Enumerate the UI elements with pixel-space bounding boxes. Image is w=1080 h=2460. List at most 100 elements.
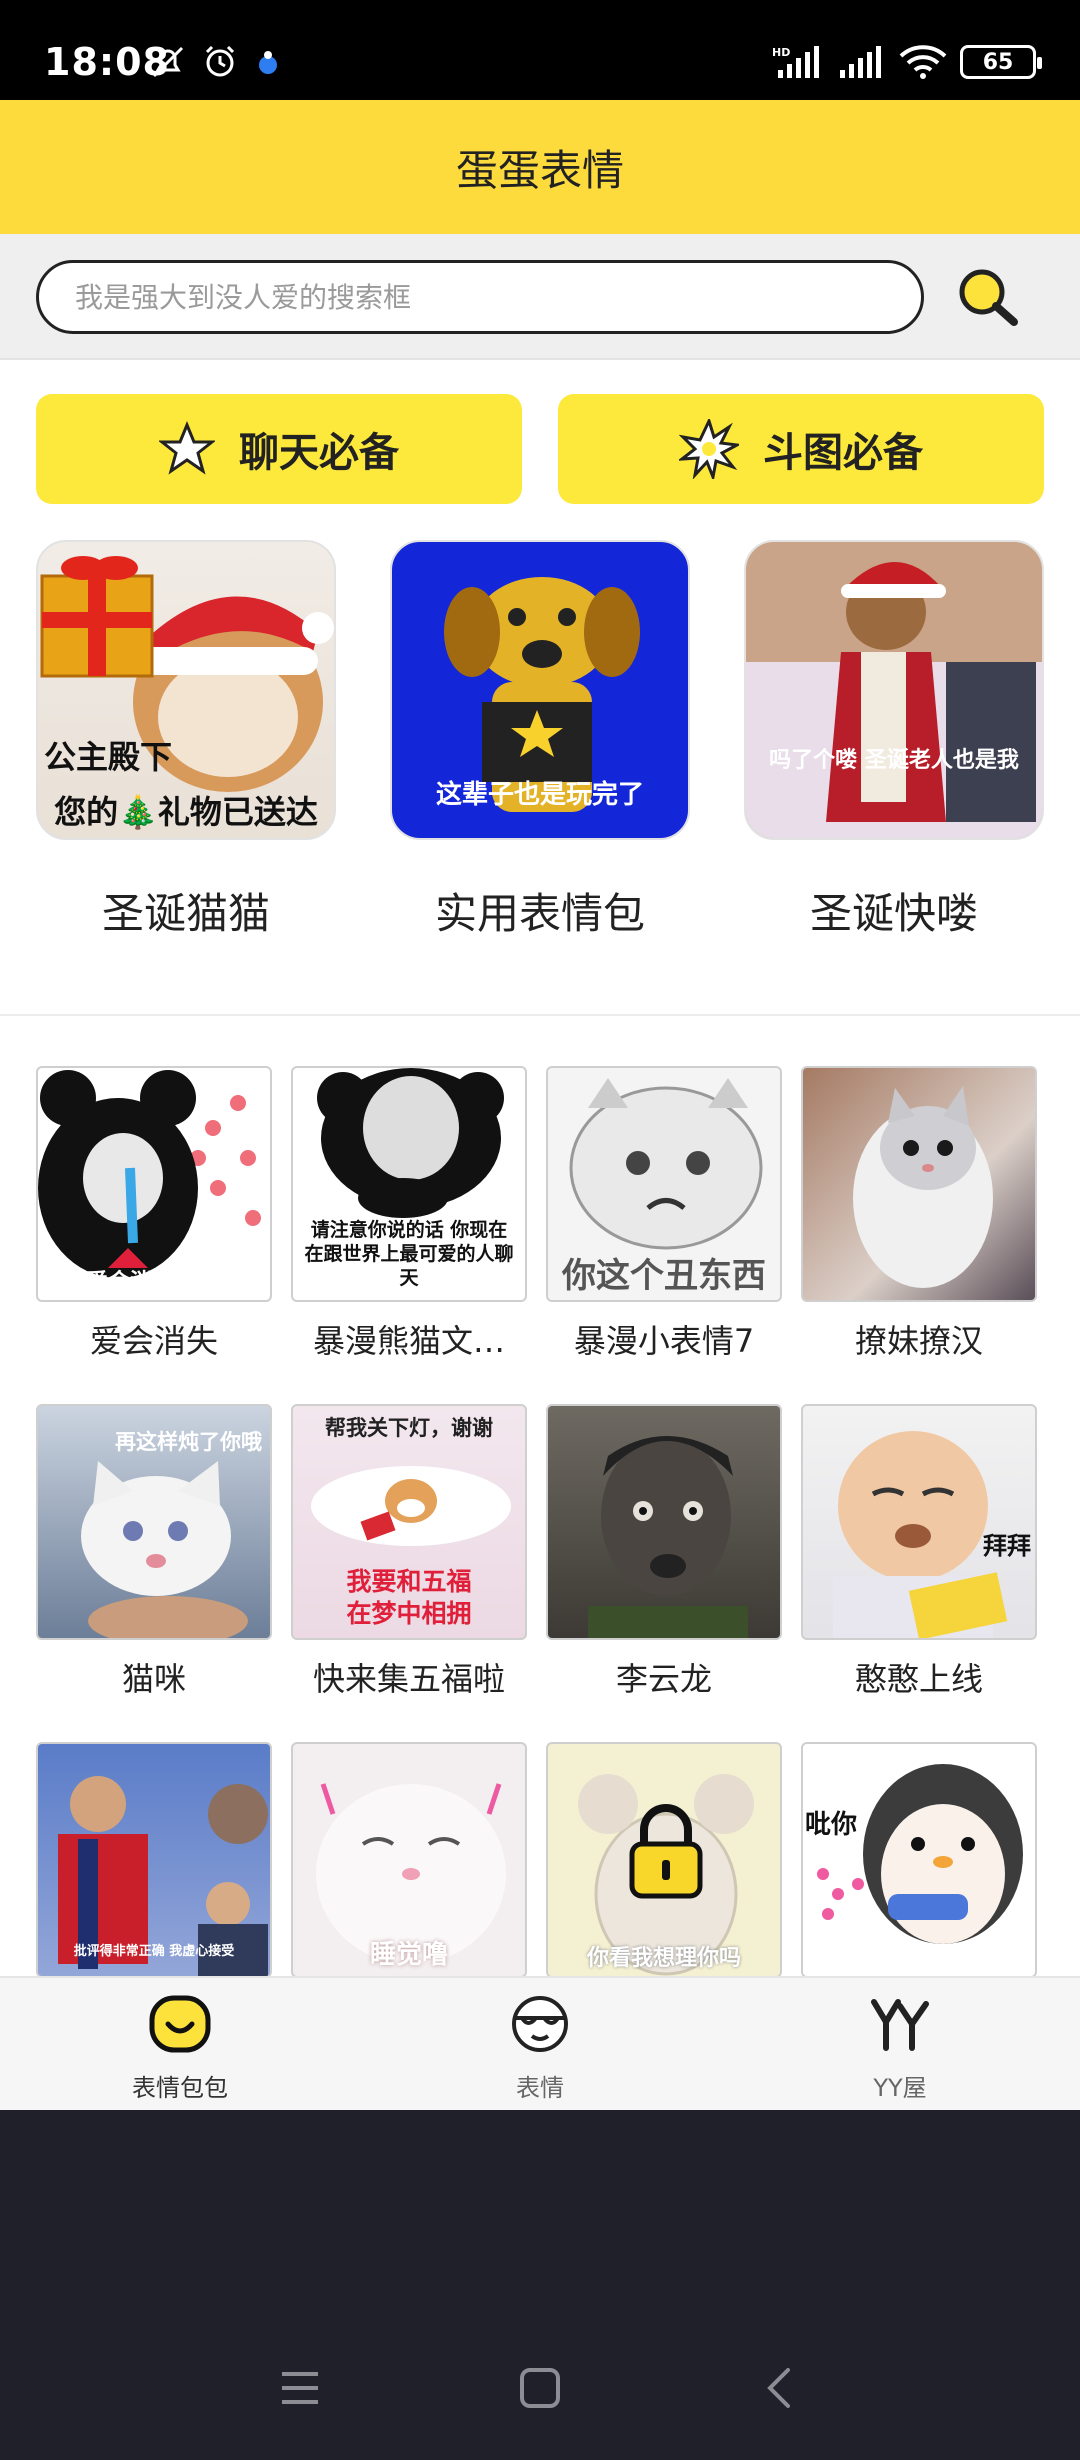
- featured-overlay: 这辈子也是玩完了: [435, 780, 644, 810]
- pack-overlay: 再这样炖了你哦: [115, 1430, 262, 1454]
- main-content: 聊天必备 斗图必备 公主殿下 您的🎄礼物已送达 圣诞猫猫 这辈子也是玩完了 实用…: [0, 360, 1080, 1976]
- pack-title: 撩妹撩汉: [854, 1322, 983, 1360]
- pack-thumbnail[interactable]: 批评得非常正确 我虚心接受: [36, 1742, 272, 1976]
- search-box[interactable]: [36, 260, 924, 334]
- meme-battle-button[interactable]: 斗图必备: [558, 394, 1044, 504]
- pack-overlay: 你这个丑东西: [562, 1256, 766, 1296]
- featured-thumbnail[interactable]: 这辈子也是玩完了: [390, 540, 690, 840]
- monkey-santa-image: [746, 542, 1042, 838]
- status-bar: 18:08 HD 65: [0, 0, 1080, 100]
- chubby-baby-image: [833, 1431, 1008, 1638]
- featured-pack-useful[interactable]: 这辈子也是玩完了 实用表情包: [390, 540, 690, 938]
- tab-yy-house[interactable]: YY屋: [800, 1992, 1000, 2103]
- pack-overlay-top: 帮我关下灯，谢谢: [325, 1416, 493, 1440]
- signal-icon: [840, 46, 881, 78]
- featured-thumbnail[interactable]: 吗了个喽 圣诞老人也是我: [744, 540, 1044, 840]
- face-glasses-icon: [512, 1996, 568, 2052]
- bottom-navigation: 表情包包 表情 YY屋: [0, 1976, 1080, 2110]
- wifi-icon: [899, 45, 947, 79]
- section-divider: [0, 1014, 1080, 1016]
- tab-packs-label: 表情包包: [132, 2074, 228, 2102]
- star-outline-icon: [159, 421, 215, 475]
- pack-thumbnail[interactable]: 吡你: [801, 1742, 1037, 1976]
- pack-thumbnail[interactable]: 拜拜: [801, 1404, 1037, 1640]
- grid-item[interactable]: 撩妹撩汉: [801, 1066, 1037, 1362]
- battery-indicator: 65: [960, 45, 1042, 79]
- pack-overlay: 吡你: [805, 1810, 858, 1840]
- pack-overlay: 请注意你说的话 你现在在跟世界上最可爱的人聊天: [304, 1219, 514, 1289]
- pack-thumbnail[interactable]: 你看我想理你吗: [546, 1742, 782, 1976]
- grid-item[interactable]: 请注意你说的话 你现在在跟世界上最可爱的人聊天 暴漫熊猫文…: [291, 1066, 527, 1362]
- pack-overlay: 你看我想理你吗: [586, 1946, 741, 1971]
- app-notification-icon: [259, 51, 277, 74]
- featured-overlay-line1: 公主殿下: [44, 738, 173, 776]
- tab-yy-house-label: YY屋: [873, 2074, 927, 2102]
- pack-title: 爱会消失: [89, 1322, 218, 1360]
- status-icons-left: [150, 44, 282, 80]
- app-header: 蛋蛋表情: [0, 100, 1080, 234]
- grid-item[interactable]: 批评得非常正确 我虚心接受: [36, 1742, 272, 1976]
- system-navigation-bar: [0, 2110, 1080, 2460]
- grid-item[interactable]: 吡你: [801, 1742, 1037, 1976]
- pack-thumbnail[interactable]: [801, 1066, 1037, 1302]
- tab-packs[interactable]: 表情包包: [80, 1992, 280, 2103]
- pack-overlay: 我要和五福 在梦中相拥: [346, 1567, 472, 1628]
- pack-overlay: 所以爱会消失对吧: [42, 1270, 219, 1295]
- grid-item[interactable]: 所以爱会消失对吧 爱会消失: [36, 1066, 272, 1362]
- tab-emojis[interactable]: 表情: [440, 1992, 640, 2103]
- featured-pack-christmas-fun[interactable]: 吗了个喽 圣诞老人也是我 圣诞快喽: [744, 540, 1044, 938]
- meme-battle-label: 斗图必备: [763, 430, 923, 476]
- grid-item[interactable]: 再这样炖了你哦 猫咪: [36, 1404, 272, 1700]
- alarm-icon: [205, 45, 235, 77]
- pack-title: 快来集五福啦: [312, 1660, 505, 1698]
- pack-title: 猫咪: [121, 1660, 186, 1698]
- grid-item[interactable]: 帮我关下灯，谢谢 我要和五福 在梦中相拥 快来集五福啦: [291, 1404, 527, 1700]
- back-icon[interactable]: [758, 2366, 802, 2410]
- grid-item[interactable]: 你这个丑东西 暴漫小表情7: [546, 1066, 782, 1362]
- smiley-icon: [149, 1995, 211, 2053]
- page-title: 蛋蛋表情: [455, 145, 624, 195]
- lock-icon: [629, 1804, 703, 1899]
- pack-overlay: 拜拜: [983, 1532, 1031, 1560]
- pack-thumbnail[interactable]: 请注意你说的话 你现在在跟世界上最可爱的人聊天: [291, 1066, 527, 1302]
- pack-thumbnail[interactable]: 帮我关下灯，谢谢 我要和五福 在梦中相拥: [291, 1404, 527, 1640]
- svg-text:HD: HD: [772, 46, 790, 59]
- grid-item[interactable]: 你看我想理你吗: [546, 1742, 782, 1976]
- featured-overlay-line2: 您的🎄礼物已送达: [54, 793, 318, 831]
- pack-thumbnail[interactable]: [546, 1404, 782, 1640]
- pack-overlay: 批评得非常正确 我虚心接受: [73, 1944, 235, 1959]
- yy-logo-icon: [871, 1999, 929, 2051]
- tab-emojis-label: 表情: [516, 2074, 564, 2102]
- grid-item[interactable]: 睡觉噜: [291, 1742, 527, 1976]
- featured-overlay: 吗了个喽 圣诞老人也是我: [769, 748, 1019, 773]
- pack-title: 李云龙: [615, 1660, 712, 1698]
- pack-title: 暴漫小表情7: [573, 1322, 755, 1360]
- search-icon[interactable]: [954, 266, 1024, 330]
- featured-title: 圣诞快喽: [809, 889, 978, 938]
- pack-overlay: 睡觉噜: [369, 1940, 448, 1970]
- menu-icon[interactable]: [278, 2366, 322, 2410]
- pack-thumbnail[interactable]: 再这样炖了你哦: [36, 1404, 272, 1640]
- penguin-image: [817, 1764, 1023, 1944]
- chat-essentials-button[interactable]: 聊天必备: [36, 394, 522, 504]
- home-icon[interactable]: [518, 2366, 562, 2410]
- featured-title: 圣诞猫猫: [101, 889, 270, 938]
- featured-pack-christmas-cat[interactable]: 公主殿下 您的🎄礼物已送达 圣诞猫猫: [36, 540, 336, 938]
- pack-thumbnail[interactable]: 所以爱会消失对吧: [36, 1066, 272, 1302]
- grid-item[interactable]: 拜拜 憨憨上线: [801, 1404, 1037, 1700]
- search-bar: [0, 234, 1080, 360]
- grid-item[interactable]: 李云龙: [546, 1404, 782, 1700]
- pack-title: 憨憨上线: [854, 1660, 983, 1698]
- soldier-face-image: [588, 1436, 748, 1638]
- status-icons-right: HD 65: [772, 44, 1042, 80]
- featured-thumbnail[interactable]: 公主殿下 您的🎄礼物已送达: [36, 540, 336, 840]
- notifications-off-icon: [152, 46, 184, 78]
- pack-thumbnail[interactable]: 你这个丑东西: [546, 1066, 782, 1302]
- featured-title: 实用表情包: [434, 889, 645, 938]
- signal-hd-icon: HD: [772, 46, 819, 78]
- pack-thumbnail[interactable]: 睡觉噜: [291, 1742, 527, 1976]
- search-input[interactable]: [75, 280, 921, 314]
- cat-held-image: [853, 1086, 993, 1288]
- burst-icon: [679, 419, 739, 479]
- pack-title: 暴漫熊猫文…: [312, 1322, 505, 1360]
